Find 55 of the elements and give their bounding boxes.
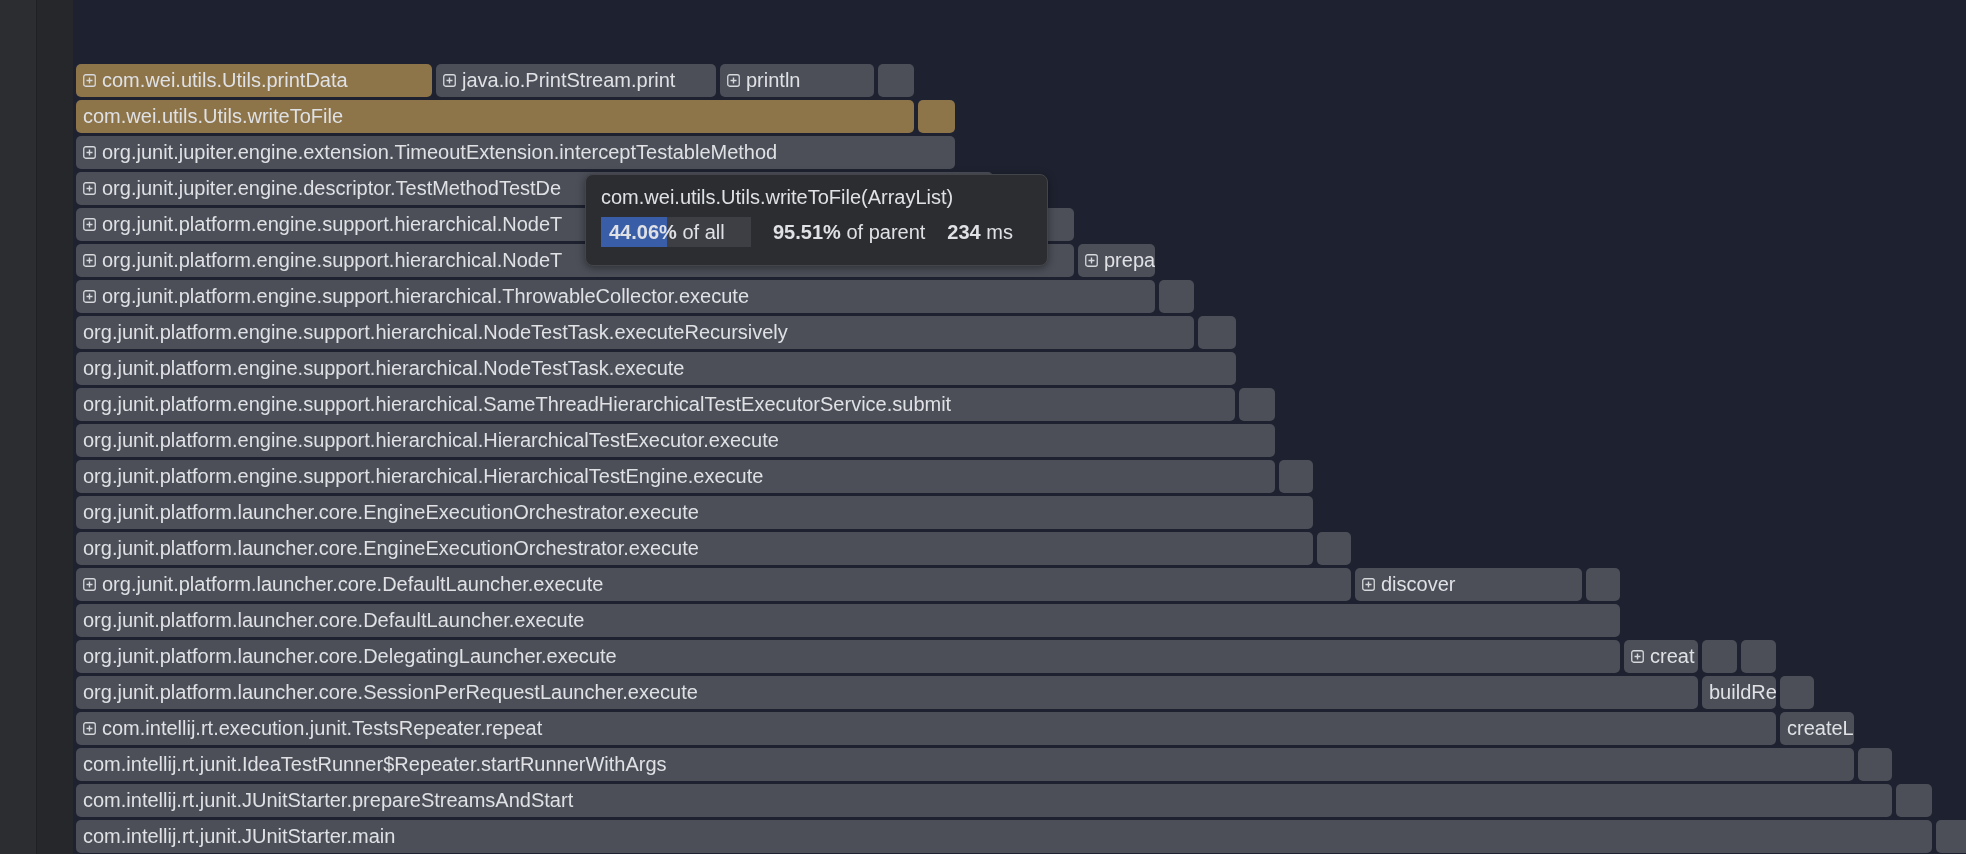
expand-icon[interactable] [1085,254,1098,267]
flame-frame[interactable]: com.intellij.rt.junit.JUnitStarter.prepareStreamsAndStart [76,784,1892,817]
flame-frame[interactable]: org.junit.platform.engine.support.hierarchical.SameThreadHierarchicalTestExecutorService.submit [76,388,1235,421]
flame-frame[interactable] [878,64,914,97]
flame-frame[interactable]: org.junit.platform.launcher.core.DefaultLauncher.execute [76,568,1351,601]
share-of-parent: 95.51% of parent [773,220,926,244]
flame-frame[interactable]: com.intellij.rt.execution.junit.TestsRepeater.repeat [76,712,1776,745]
expand-icon[interactable] [1362,578,1375,591]
flame-frame[interactable]: prepa [1078,244,1155,277]
flame-frame[interactable] [1198,316,1236,349]
flame-frame[interactable] [1239,388,1275,421]
flame-frame[interactable]: buildRe [1702,676,1776,709]
flame-frame[interactable] [1317,532,1351,565]
flame-frame[interactable]: creat [1624,640,1698,673]
flame-frame[interactable]: org.junit.platform.launcher.core.DefaultLauncher.execute [76,604,1620,637]
flame-frame[interactable] [1896,784,1932,817]
expand-icon[interactable] [83,254,96,267]
flame-frame[interactable] [1780,676,1814,709]
flame-frame[interactable]: org.junit.jupiter.engine.extension.TimeoutExtension.interceptTestableMethod [76,136,955,169]
flame-frame[interactable]: com.intellij.rt.junit.IdeaTestRunner$Repeater.startRunnerWithArgs [76,748,1854,781]
flame-frame[interactable]: com.intellij.rt.junit.JUnitStarter.main [76,820,1932,853]
expand-icon[interactable] [727,74,740,87]
expand-icon[interactable] [83,218,96,231]
flame-frame[interactable]: org.junit.platform.engine.support.hierarchical.HierarchicalTestEngine.execute [76,460,1275,493]
flame-frame[interactable] [1279,460,1313,493]
flame-frame[interactable]: org.junit.platform.launcher.core.EngineExecutionOrchestrator.execute [76,496,1313,529]
flame-frame[interactable]: org.junit.platform.launcher.core.EngineExecutionOrchestrator.execute [76,532,1313,565]
flame-frame[interactable] [1858,748,1892,781]
expand-icon[interactable] [83,74,96,87]
flame-frame[interactable]: createL [1780,712,1854,745]
flame-frame[interactable] [918,100,955,133]
flame-frame[interactable] [1159,280,1194,313]
duration: 234 ms [947,220,1013,244]
flame-frame[interactable]: discover [1355,568,1582,601]
flame-frame[interactable] [1741,640,1776,673]
flame-frame[interactable]: org.junit.platform.engine.support.hierarchical.NodeTestTask.execute [76,352,1236,385]
flame-frame[interactable]: org.junit.platform.launcher.core.DelegatingLauncher.execute [76,640,1620,673]
flame-frame[interactable]: com.wei.utils.Utils.writeToFile [76,100,914,133]
expand-icon[interactable] [1631,650,1644,663]
expand-icon[interactable] [83,182,96,195]
flame-frame[interactable]: java.io.PrintStream.print [436,64,716,97]
flame-frame[interactable] [1936,820,1966,853]
flame-frame[interactable] [1702,640,1737,673]
expand-icon[interactable] [83,722,96,735]
flame-frame[interactable]: org.junit.platform.launcher.core.SessionPerRequestLauncher.execute [76,676,1698,709]
flame-frame[interactable]: org.junit.platform.engine.support.hierarchical.HierarchicalTestExecutor.execute [76,424,1275,457]
expand-icon[interactable] [83,578,96,591]
flame-frame[interactable]: println [720,64,874,97]
expand-icon[interactable] [83,146,96,159]
flame-frame[interactable] [1586,568,1620,601]
expand-icon[interactable] [83,290,96,303]
flame-frame[interactable]: com.wei.utils.Utils.printData [76,64,432,97]
flame-frame[interactable]: org.junit.platform.engine.support.hierarchical.NodeTestTask.executeRecursively [76,316,1194,349]
flame-frame[interactable]: org.junit.platform.engine.support.hierarchical.ThrowableCollector.execute [76,280,1155,313]
expand-icon[interactable] [443,74,456,87]
